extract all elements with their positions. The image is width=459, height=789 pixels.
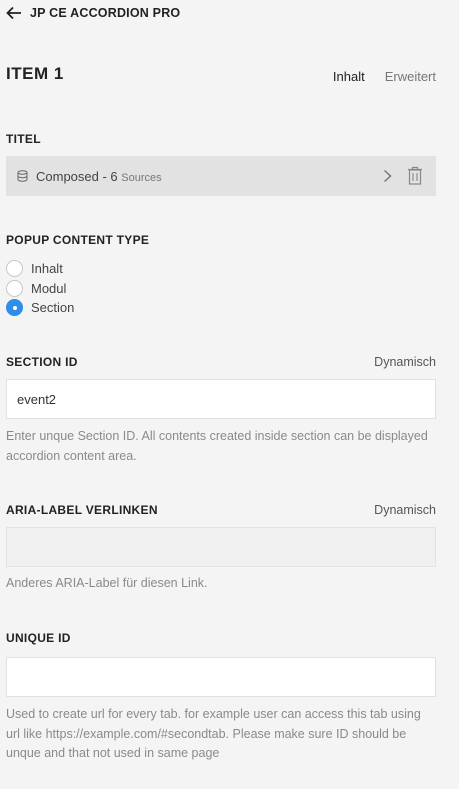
titel-label: TITEL: [6, 132, 41, 146]
section-id-dynamic-toggle[interactable]: Dynamisch: [374, 355, 436, 369]
tab-erweitert[interactable]: Erweitert: [385, 69, 436, 84]
radio-label: Section: [31, 299, 75, 315]
aria-label-input[interactable]: [6, 527, 436, 567]
chevron-right-icon[interactable]: [383, 169, 392, 183]
popup-type-label: POPUP CONTENT TYPE: [6, 233, 150, 247]
aria-dynamic-toggle[interactable]: Dynamisch: [374, 503, 436, 517]
unique-id-label: UNIQUE ID: [6, 631, 71, 645]
settings-panel: JP CE ACCORDION PRO ITEM 1 Inhalt Erweit…: [0, 0, 459, 789]
source-sub-label: Sources: [121, 171, 162, 184]
unique-id-input[interactable]: [6, 657, 436, 697]
radio-button-checked[interactable]: [6, 298, 23, 316]
radio-option-inhalt[interactable]: Inhalt: [6, 259, 63, 277]
radio-option-modul[interactable]: Modul: [6, 279, 66, 297]
item-title: ITEM 1: [6, 64, 64, 83]
source-count: Composed - 6: [36, 168, 118, 184]
panel-title: JP CE ACCORDION PRO: [30, 6, 181, 20]
radio-option-section[interactable]: Section: [6, 298, 74, 316]
back-button[interactable]: JP CE ACCORDION PRO: [6, 4, 180, 22]
trash-icon[interactable]: [407, 166, 423, 185]
section-id-label: SECTION ID: [6, 355, 78, 369]
source-summary: Composed - 6 Sources: [36, 169, 162, 184]
arrow-left-icon: [6, 6, 21, 20]
section-id-help: Enter unque Section ID. All contents cre…: [6, 429, 428, 463]
radio-label: Modul: [31, 280, 67, 296]
aria-label-label: ARIA-LABEL VERLINKEN: [6, 503, 158, 517]
aria-label-help: Anderes ARIA-Label für diesen Link.: [6, 576, 208, 590]
section-id-input[interactable]: [6, 379, 436, 419]
tab-inhalt[interactable]: Inhalt: [333, 69, 365, 84]
database-icon: [17, 170, 28, 182]
tab-bar: Inhalt Erweitert: [333, 69, 436, 84]
unique-id-help: Used to create url for every tab. for ex…: [6, 707, 421, 760]
radio-button[interactable]: [6, 259, 23, 277]
titel-source-row[interactable]: Composed - 6 Sources: [6, 156, 436, 196]
radio-label: Inhalt: [31, 260, 63, 276]
radio-button[interactable]: [6, 279, 23, 297]
